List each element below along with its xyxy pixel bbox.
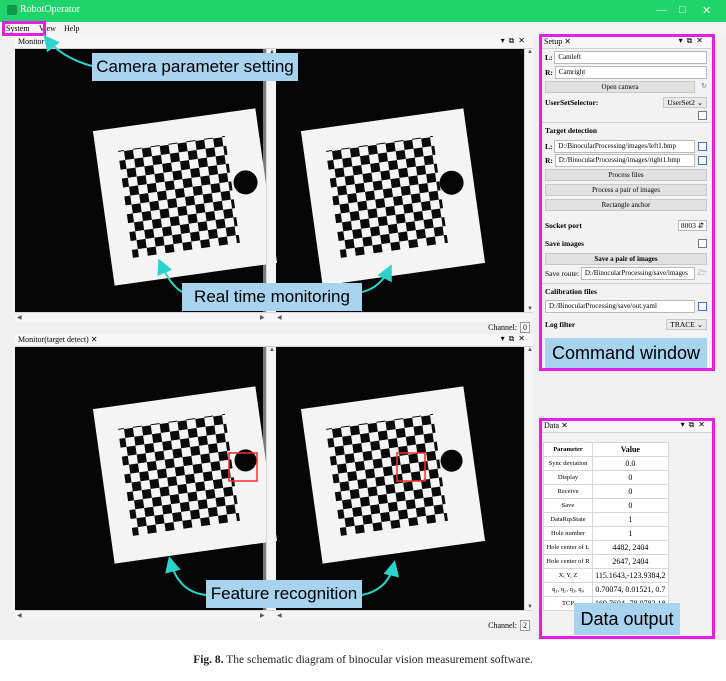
figure-label: Fig. 8. (193, 654, 224, 666)
target-monitor-dock-header: Monitor(target detect) ✕ ▾⧉✕ (15, 334, 533, 347)
left-view-scrollbar[interactable]: ▲ (266, 347, 276, 610)
channel-spinbox[interactable]: 0 (520, 322, 530, 333)
dock-controls-icon[interactable]: ▾⧉✕ (501, 36, 529, 46)
right-calibration-board (300, 386, 486, 564)
app-icon (7, 4, 17, 15)
system-menu-highlight (2, 21, 46, 36)
title-bar: RobotOperator — □ ✕ (0, 0, 726, 22)
figure-caption: Fig. 8. The schematic diagram of binocul… (0, 654, 726, 666)
dock-controls-icon[interactable]: ▾⧉✕ (501, 334, 529, 344)
monitor-dock-header: Monitor ✕ ▾⧉✕ (15, 36, 533, 49)
target-horizontal-scrollbar[interactable]: ◀ ▶ ◀ (15, 610, 533, 620)
target-channel: Channel: 2 (488, 620, 530, 631)
left-calibration-board (92, 108, 278, 286)
tab-close-icon[interactable]: ✕ (46, 37, 53, 46)
menu-help[interactable]: Help (64, 24, 80, 33)
camera-setting-callout: Camera parameter setting (92, 53, 298, 81)
monitor-channel: Channel: 0 (488, 322, 530, 333)
monitor-tab[interactable]: Monitor (18, 37, 44, 46)
left-calibration-board (92, 386, 278, 564)
monitor-horizontal-scrollbar[interactable]: ◀ ▶ ◀ (15, 312, 533, 322)
target-vertical-scrollbar[interactable]: ▲ ▼ (524, 347, 534, 610)
figure-caption-text: The schematic diagram of binocular visio… (226, 654, 533, 666)
maximize-icon[interactable]: □ (679, 4, 686, 16)
channel-spinbox[interactable]: 2 (520, 620, 530, 631)
target-monitor-tab[interactable]: Monitor(target detect) (18, 335, 89, 344)
command-window-highlight (539, 34, 715, 371)
command-window-callout: Command window (545, 338, 707, 368)
realtime-monitoring-callout: Real time monitoring (182, 283, 362, 311)
left-view-scrollbar[interactable]: ▲ (266, 49, 276, 312)
feature-recognition-callout: Feature recognition (206, 580, 362, 608)
channel-label: Channel: (488, 621, 517, 630)
software-window: RobotOperator — □ ✕ System View Help Mon… (0, 0, 726, 640)
app-title: RobotOperator (20, 4, 80, 15)
minimize-icon[interactable]: — (656, 4, 667, 16)
data-output-callout: Data output (574, 603, 680, 635)
tab-close-icon[interactable]: ✕ (91, 335, 98, 344)
monitor-vertical-scrollbar[interactable]: ▲ ▼ (524, 49, 534, 312)
close-icon[interactable]: ✕ (702, 4, 711, 17)
right-calibration-board (300, 108, 486, 286)
channel-label: Channel: (488, 323, 517, 332)
